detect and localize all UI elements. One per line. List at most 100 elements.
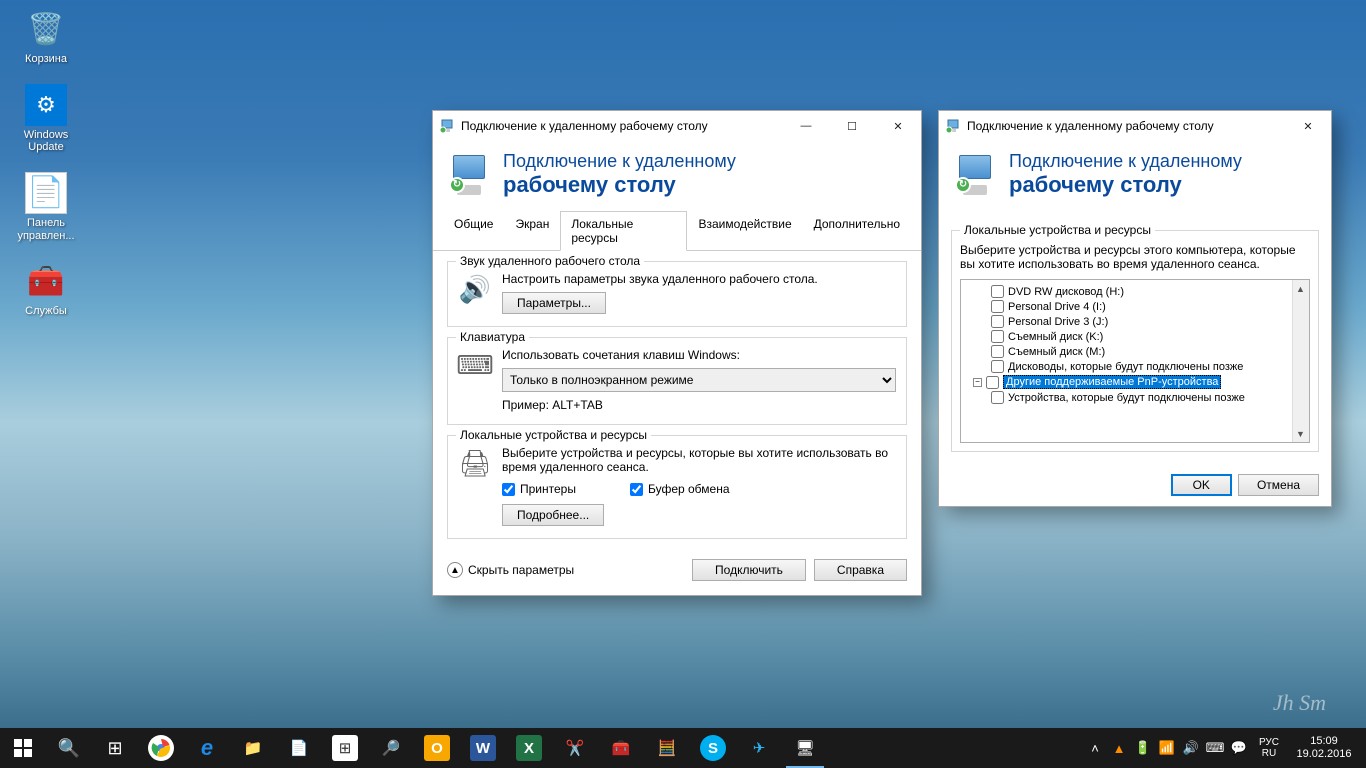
groupbox-legend: Локальные устройства и ресурсы xyxy=(960,223,1155,237)
taskbar-app-outlook[interactable]: O xyxy=(414,728,460,768)
taskbar-app-chrome[interactable] xyxy=(138,728,184,768)
tray-volume-icon[interactable]: 🔊 xyxy=(1180,728,1202,768)
taskbar-app-telegram[interactable]: ✈ xyxy=(736,728,782,768)
collapse-options-link[interactable]: ▲ Скрыть параметры xyxy=(447,562,574,578)
taskbar-app-calc[interactable]: 🧮 xyxy=(644,728,690,768)
scrollbar[interactable]: ▲ ▼ xyxy=(1292,280,1309,442)
desktop-icon-recycle-bin[interactable]: 🗑️ Корзина xyxy=(8,8,84,66)
tab-experience[interactable]: Взаимодействие xyxy=(687,211,802,251)
taskbar-app-search[interactable]: 🔎 xyxy=(368,728,414,768)
help-button[interactable]: Справка xyxy=(814,559,907,581)
search-button[interactable]: 🔍 xyxy=(46,728,92,768)
scroll-down-icon[interactable]: ▼ xyxy=(1293,425,1308,442)
tree-branch-label: Другие поддерживаемые PnP-устройства xyxy=(1003,375,1221,389)
tree-item[interactable]: Съемный диск (M:) xyxy=(965,344,1305,359)
window-title: Подключение к удаленному рабочему столу xyxy=(967,119,1214,133)
devices-tree[interactable]: DVD RW дисковод (H:) Personal Drive 4 (I… xyxy=(960,279,1310,443)
tray-vlc-icon[interactable]: ▲ xyxy=(1108,728,1130,768)
ok-button[interactable]: OK xyxy=(1171,474,1232,496)
taskbar-app-notepad[interactable]: 📄 xyxy=(276,728,322,768)
tree-item-label: Устройства, которые будут подключены поз… xyxy=(1008,392,1245,404)
desktop-icon-services[interactable]: 🧰Службы xyxy=(8,260,84,318)
task-view-button[interactable]: ⊞ xyxy=(92,728,138,768)
desktop-icon-windows-update[interactable]: ⚙ Windows Update xyxy=(8,84,84,154)
audio-settings-button[interactable]: Параметры... xyxy=(502,292,606,314)
tree-item[interactable]: Дисководы, которые будут подключены позж… xyxy=(965,359,1305,374)
devices-groupbox: Локальные устройства и ресурсы Выберите … xyxy=(951,230,1319,452)
printers-checkbox[interactable]: Принтеры xyxy=(502,482,576,496)
tree-item-label: Personal Drive 3 (J:) xyxy=(1008,316,1108,328)
windows-update-icon: ⚙ xyxy=(25,84,67,126)
speaker-icon: 🔊 xyxy=(458,272,492,306)
scroll-up-icon[interactable]: ▲ xyxy=(1293,280,1308,297)
tree-item[interactable]: Personal Drive 3 (J:) xyxy=(965,314,1305,329)
desktop-icon-label: Корзина xyxy=(25,53,67,66)
cancel-button[interactable]: Отмена xyxy=(1238,474,1319,496)
taskbar-app-tools[interactable]: 🧰 xyxy=(598,728,644,768)
maximize-button[interactable]: ☐ xyxy=(829,111,875,141)
keyboard-icon: ⌨ xyxy=(458,348,492,382)
header-line2: рабочему столу xyxy=(503,172,736,198)
collapse-icon[interactable]: − xyxy=(973,378,982,387)
tray-battery-icon[interactable]: 🔋 xyxy=(1132,728,1154,768)
clock[interactable]: 15:09 19.02.2016 xyxy=(1288,728,1360,768)
groupbox-legend: Звук удаленного рабочего стола xyxy=(456,254,644,268)
rdc-logo-icon: ↻ xyxy=(953,155,997,195)
start-button[interactable] xyxy=(0,728,46,768)
connect-button[interactable]: Подключить xyxy=(692,559,806,581)
taskbar-app-ie[interactable]: e xyxy=(184,728,230,768)
groupbox-audio: Звук удаленного рабочего стола 🔊 Настрои… xyxy=(447,261,907,327)
desktop-icon-label: Windows Update xyxy=(8,129,84,154)
tab-general[interactable]: Общие xyxy=(443,211,504,251)
more-button[interactable]: Подробнее... xyxy=(502,504,604,526)
tab-display[interactable]: Экран xyxy=(504,211,560,251)
clipboard-checkbox[interactable]: Буфер обмена xyxy=(630,482,730,496)
lang-line1: РУС xyxy=(1259,737,1279,748)
rdc-app-icon xyxy=(945,118,961,134)
language-indicator[interactable]: РУС RU xyxy=(1252,728,1286,768)
close-button[interactable]: ✕ xyxy=(1285,111,1331,141)
tree-item-label: DVD RW дисковод (H:) xyxy=(1008,286,1124,298)
rdc-app-icon xyxy=(439,118,455,134)
tree-item[interactable]: Устройства, которые будут подключены поз… xyxy=(965,390,1305,405)
groupbox-legend: Локальные устройства и ресурсы xyxy=(456,428,651,442)
tray-action-center-icon[interactable]: 💬 xyxy=(1228,728,1250,768)
tab-advanced[interactable]: Дополнительно xyxy=(803,211,911,251)
taskbar-app-skype[interactable]: S xyxy=(690,728,736,768)
tree-item[interactable]: Съемный диск (K:) xyxy=(965,329,1305,344)
tree-item-label: Съемный диск (K:) xyxy=(1008,331,1103,343)
close-button[interactable]: ✕ xyxy=(875,111,921,141)
tree-branch[interactable]: − Другие поддерживаемые PnP-устройства xyxy=(965,374,1305,390)
desktop-icon-control-panel[interactable]: 📄Панель управлен... xyxy=(8,172,84,242)
tray-overflow-button[interactable]: ˄ xyxy=(1084,728,1106,768)
desktop-icon-label: Службы xyxy=(25,305,67,318)
taskbar-app-snip[interactable]: ✂️ xyxy=(552,728,598,768)
keyboard-desc: Использовать сочетания клавиш Windows: xyxy=(502,348,896,362)
search-icon: 🔍 xyxy=(58,738,80,759)
audio-desc: Настроить параметры звука удаленного раб… xyxy=(502,272,896,286)
minimize-button[interactable]: — xyxy=(783,111,829,141)
tray-network-icon[interactable]: 📶 xyxy=(1156,728,1178,768)
window-controls: ✕ xyxy=(1285,111,1331,141)
rdc-logo-icon: ↻ xyxy=(447,155,491,195)
titlebar[interactable]: Подключение к удаленному рабочему столу … xyxy=(433,111,921,141)
taskbar-app-excel[interactable]: X xyxy=(506,728,552,768)
taskbar-app-totalcmd[interactable]: ⊞ xyxy=(322,728,368,768)
recycle-bin-icon: 🗑️ xyxy=(25,8,67,50)
system-tray: ˄ ▲ 🔋 📶 🔊 ⌨ 💬 РУС RU 15:09 19.02.2016 xyxy=(1084,728,1366,768)
taskbar: 🔍 ⊞ e 📁 📄 ⊞ 🔎 O W X ✂️ 🧰 🧮 S ✈ 🖥 ˄ ▲ 🔋 📶… xyxy=(0,728,1366,768)
checkbox-label: Буфер обмена xyxy=(648,482,730,496)
tray-keyboard-icon[interactable]: ⌨ xyxy=(1204,728,1226,768)
titlebar[interactable]: Подключение к удаленному рабочему столу … xyxy=(939,111,1331,141)
groupbox-legend: Клавиатура xyxy=(456,330,529,344)
tab-local-resources[interactable]: Локальные ресурсы xyxy=(560,211,687,251)
tree-item[interactable]: DVD RW дисковод (H:) xyxy=(965,284,1305,299)
taskbar-app-word[interactable]: W xyxy=(460,728,506,768)
keyboard-combo-select[interactable]: Только в полноэкранном режиме xyxy=(502,368,896,392)
wallpaper-signature: Jh Sm xyxy=(1273,690,1326,716)
taskbar-app-rdc[interactable]: 🖥 xyxy=(782,728,828,768)
tree-item-label: Personal Drive 4 (I:) xyxy=(1008,301,1106,313)
taskbar-app-explorer[interactable]: 📁 xyxy=(230,728,276,768)
collapse-label: Скрыть параметры xyxy=(468,563,574,577)
tree-item[interactable]: Personal Drive 4 (I:) xyxy=(965,299,1305,314)
